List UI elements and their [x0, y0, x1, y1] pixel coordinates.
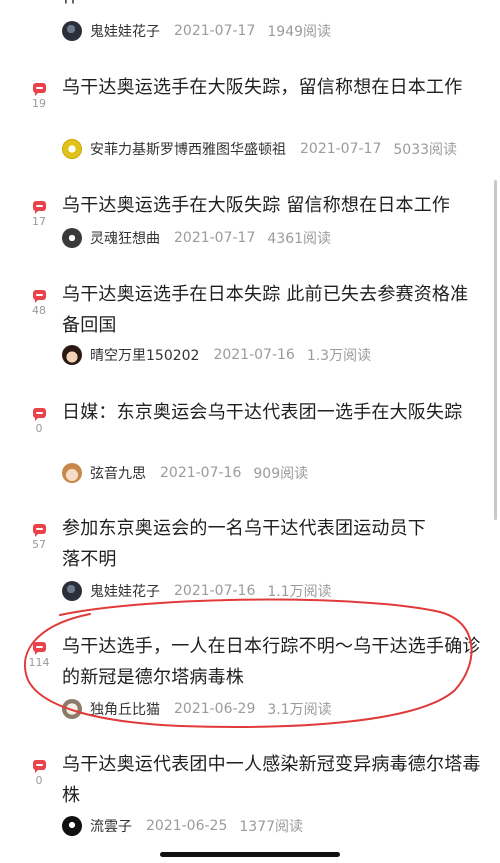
yellow-avatar[interactable] — [62, 139, 82, 159]
article-title[interactable]: 乌干达奥运代表团中一人感染新冠变异病毒德尔塔毒株 — [62, 749, 486, 811]
article-meta: 安菲力基斯罗博西雅图华盛顿祖 2021-07-17 5033阅读 — [62, 138, 457, 160]
ghost-avatar[interactable] — [62, 21, 82, 41]
comment-indicator: 48 — [28, 290, 50, 317]
read-count: 4361阅读 — [267, 231, 332, 247]
article-meta: 晴空万里150202 2021-07-16 1.3万阅读 — [62, 344, 371, 366]
comment-icon — [32, 408, 46, 421]
comment-icon — [32, 290, 46, 303]
comment-indicator: 0 — [28, 760, 50, 787]
comment-indicator: 19 — [28, 83, 50, 110]
author-name[interactable]: 弦音九思 — [90, 463, 146, 483]
article-list: 作 鬼娃娃花子 2021-07-17 1949阅读 19 乌干达奥运选手在大阪失… — [0, 0, 500, 863]
read-count: 1.1万阅读 — [267, 584, 332, 600]
publish-date: 2021-07-17 — [174, 230, 256, 246]
comment-indicator: 114 — [28, 642, 50, 669]
anime-avatar[interactable] — [62, 345, 82, 365]
comment-count: 17 — [32, 215, 46, 228]
unicorn-avatar[interactable] — [62, 699, 82, 719]
article-meta: 灵魂狂想曲 2021-07-17 4361阅读 — [62, 227, 331, 249]
author-name[interactable]: 晴空万里150202 — [90, 345, 199, 365]
ghost-avatar[interactable] — [62, 581, 82, 601]
author-name[interactable]: 流雲子 — [90, 816, 132, 836]
publish-date: 2021-07-16 — [160, 465, 242, 481]
article-meta: 流雲子 2021-06-25 1377阅读 — [62, 815, 303, 837]
comment-icon — [32, 83, 46, 96]
comment-icon — [32, 201, 46, 214]
comment-count: 57 — [32, 538, 46, 551]
article-title[interactable]: 参加东京奥运会的一名乌干达代表团运动员下落不明 — [62, 513, 442, 575]
article-title[interactable]: 乌干达奥运选手在大阪失踪 留信称想在日本工作 — [62, 190, 486, 221]
read-count: 1.3万阅读 — [306, 348, 372, 364]
red-circle-annotation — [23, 598, 473, 728]
publish-date: 2021-06-25 — [146, 818, 228, 834]
dark-avatar[interactable] — [62, 228, 82, 248]
publish-date: 2021-07-16 — [174, 583, 256, 599]
article-meta: 独角丘比猫 2021-06-29 3.1万阅读 — [62, 698, 332, 720]
bw-avatar[interactable] — [62, 816, 82, 836]
comment-icon — [32, 524, 46, 537]
comment-indicator: 17 — [28, 201, 50, 228]
comment-count: 0 — [35, 774, 43, 787]
article-meta: 鬼娃娃花子 2021-07-16 1.1万阅读 — [62, 580, 332, 602]
read-count: 3.1万阅读 — [267, 702, 332, 718]
read-count: 1949阅读 — [267, 24, 332, 40]
publish-date: 2021-07-16 — [213, 347, 295, 363]
girl-avatar[interactable] — [62, 463, 82, 483]
publish-date: 2021-06-29 — [174, 701, 256, 717]
publish-date: 2021-07-17 — [300, 141, 382, 157]
comment-count: 19 — [32, 97, 46, 110]
article-meta: 鬼娃娃花子 2021-07-17 1949阅读 — [62, 20, 331, 42]
comment-icon — [32, 642, 46, 655]
author-name[interactable]: 灵魂狂想曲 — [90, 228, 160, 248]
comment-icon — [32, 760, 46, 773]
read-count: 1377阅读 — [239, 819, 304, 835]
article-title[interactable]: 乌干达奥运选手在大阪失踪，留信称想在日本工作 — [62, 72, 486, 103]
article-meta: 弦音九思 2021-07-16 909阅读 — [62, 462, 308, 484]
scrollbar[interactable] — [494, 180, 497, 520]
publish-date: 2021-07-17 — [174, 23, 256, 39]
author-name[interactable]: 鬼娃娃花子 — [90, 581, 160, 601]
article-title[interactable]: 乌干达奥运选手在日本失踪 此前已失去参赛资格准备回国 — [62, 279, 486, 341]
comment-count: 114 — [28, 656, 50, 669]
comment-indicator: 0 — [28, 408, 50, 435]
author-name[interactable]: 鬼娃娃花子 — [90, 21, 160, 41]
home-indicator[interactable] — [160, 852, 340, 857]
read-count: 909阅读 — [253, 466, 309, 482]
comment-count: 0 — [35, 422, 43, 435]
author-name[interactable]: 独角丘比猫 — [90, 699, 160, 719]
comment-indicator: 57 — [28, 524, 50, 551]
comment-count: 48 — [32, 304, 46, 317]
author-name[interactable]: 安菲力基斯罗博西雅图华盛顿祖 — [90, 139, 286, 159]
read-count: 5033阅读 — [393, 142, 458, 158]
article-title[interactable]: 日媒：东京奥运会乌干达代表团一选手在大阪失踪 — [62, 397, 486, 428]
article-title[interactable]: 乌干达选手，一人在日本行踪不明～乌干达选手确诊的新冠是德尔塔病毒株 — [62, 631, 486, 693]
partial-article-title[interactable]: 作 — [62, 0, 80, 12]
